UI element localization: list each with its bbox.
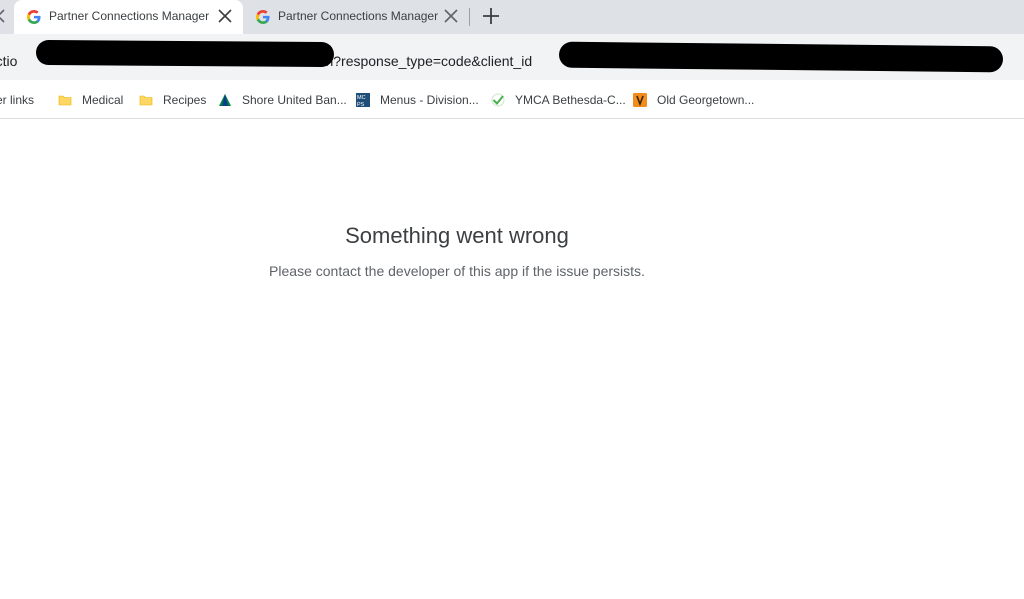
- svg-text:MC: MC: [357, 95, 366, 101]
- error-title: Something went wrong: [345, 223, 569, 248]
- redaction-mark: [558, 41, 1004, 73]
- url-start: nectio: [0, 53, 18, 69]
- bookmark-folder-medical[interactable]: Medical: [58, 91, 123, 109]
- url-middle: auth?response_type=code&client_id: [306, 53, 533, 69]
- shore-united-logo-icon: [219, 94, 231, 106]
- tab-title: Partner Connections Manager: [49, 9, 210, 23]
- page-content: Something went wrong Please contact the …: [0, 120, 1024, 599]
- folder-icon: [139, 95, 153, 106]
- bookmark-label: er links: [0, 93, 35, 107]
- folder-icon: [58, 95, 72, 106]
- bookmarks-bar: er links Medical Recipes Shore United Ba…: [0, 80, 1024, 119]
- svg-text:PS: PS: [357, 102, 365, 107]
- tab-title: Partner Connections Manager: [278, 9, 439, 23]
- bookmark-ymca[interactable]: YMCA Bethesda-C...: [491, 91, 626, 109]
- bookmark-item[interactable]: er links: [0, 91, 34, 109]
- error-message: Please contact the developer of this app…: [269, 263, 645, 279]
- bookmark-label: Medical: [82, 93, 124, 107]
- bookmark-menus-division[interactable]: MC PS Menus - Division...: [356, 91, 479, 109]
- bookmark-label: Recipes: [163, 93, 207, 107]
- close-icon[interactable]: [0, 7, 8, 25]
- bookmark-label: Old Georgetown...: [657, 93, 755, 107]
- bookmark-label: Menus - Division...: [380, 93, 479, 107]
- google-g-icon: [256, 10, 270, 24]
- bookmark-folder-recipes[interactable]: Recipes: [139, 91, 206, 109]
- plus-icon[interactable]: [480, 5, 502, 27]
- redaction-mark: [35, 39, 335, 68]
- bookmark-label: Shore United Ban...: [242, 93, 347, 107]
- google-g-icon: [27, 10, 41, 24]
- tab-separator: [469, 8, 470, 26]
- tab-strip: Partner Connections Manager Partner Conn…: [0, 0, 1024, 34]
- bookmark-old-georgetown[interactable]: Old Georgetown...: [633, 91, 754, 109]
- close-icon[interactable]: [217, 8, 233, 24]
- checkmark-icon: [491, 93, 505, 107]
- bookmark-shore-united[interactable]: Shore United Ban...: [218, 91, 347, 109]
- tab-partner-connections[interactable]: Partner Connections Manager: [243, 0, 469, 34]
- mcps-logo-icon: MC PS: [356, 93, 370, 107]
- old-georgetown-icon: [633, 93, 647, 107]
- tab-partner-connections-active[interactable]: Partner Connections Manager: [14, 0, 243, 34]
- close-icon[interactable]: [443, 8, 459, 24]
- bookmark-label: YMCA Bethesda-C...: [515, 93, 626, 107]
